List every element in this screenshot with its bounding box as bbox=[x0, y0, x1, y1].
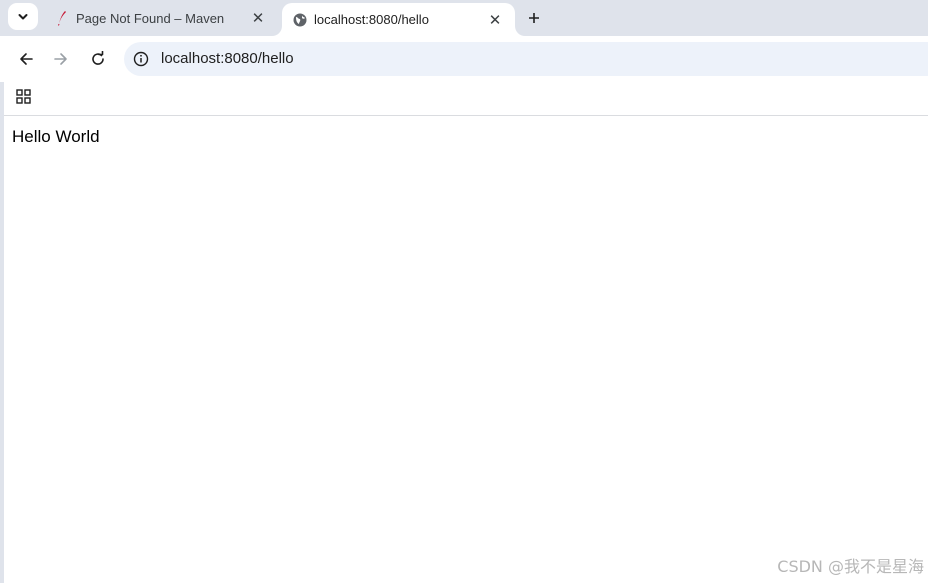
page-content: Hello World bbox=[4, 117, 928, 583]
close-icon[interactable]: ✕ bbox=[250, 10, 266, 27]
address-bar-url[interactable]: localhost:8080/hello bbox=[161, 50, 294, 67]
forward-button[interactable] bbox=[48, 46, 74, 72]
tab-search-button[interactable] bbox=[8, 3, 38, 30]
csdn-watermark: CSDN @我不是星海 bbox=[777, 557, 924, 576]
chevron-down-icon bbox=[18, 13, 28, 19]
close-icon[interactable]: ✕ bbox=[487, 12, 503, 29]
address-bar[interactable]: localhost:8080/hello bbox=[124, 42, 928, 76]
new-tab-button[interactable] bbox=[522, 6, 546, 30]
reload-button[interactable] bbox=[85, 46, 111, 72]
tab-localhost[interactable]: localhost:8080/hello ✕ bbox=[282, 3, 515, 36]
arrow-right-icon bbox=[54, 53, 67, 65]
tab-maven[interactable]: Page Not Found – Maven ✕ bbox=[44, 0, 278, 36]
maven-feather-icon bbox=[54, 10, 70, 26]
page-body-text: Hello World bbox=[12, 127, 100, 146]
tab-title: localhost:8080/hello bbox=[314, 12, 429, 27]
site-info-icon[interactable] bbox=[133, 51, 149, 67]
tab-title: Page Not Found – Maven bbox=[76, 10, 225, 26]
reload-icon bbox=[92, 51, 104, 65]
bookmarks-bar bbox=[0, 82, 928, 116]
back-button[interactable] bbox=[13, 46, 39, 72]
tab-strip: Page Not Found – Maven ✕ localhost:8080/… bbox=[0, 0, 928, 36]
arrow-left-icon bbox=[20, 53, 33, 65]
browser-toolbar: localhost:8080/hello bbox=[0, 36, 928, 82]
apps-grid-icon[interactable] bbox=[14, 87, 34, 107]
plus-icon bbox=[529, 13, 539, 23]
globe-icon bbox=[292, 12, 308, 28]
